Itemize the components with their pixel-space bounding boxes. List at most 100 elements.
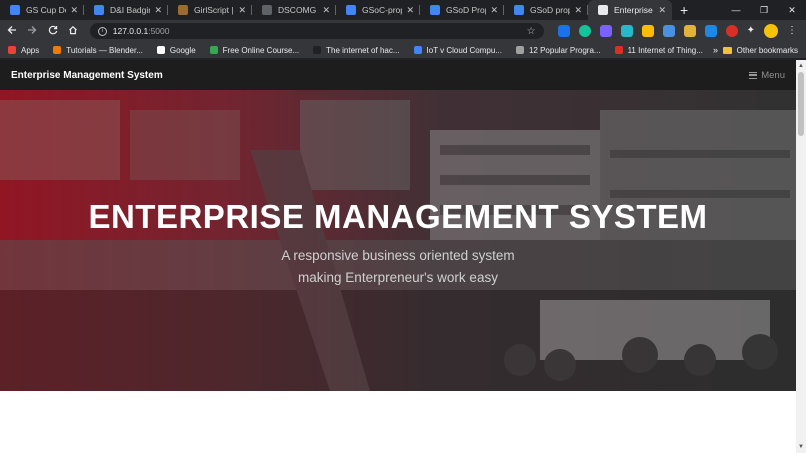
close-tab-icon[interactable]: ✕ (238, 5, 246, 16)
bookmark-label: Free Online Course... (222, 45, 300, 55)
browser-tab[interactable]: GSoD propos✕ (504, 0, 588, 20)
close-window-button[interactable]: ✕ (778, 0, 806, 20)
extensions-area: ✦ ⋮ (557, 24, 806, 38)
docs-icon (514, 5, 524, 15)
extension-icon[interactable] (620, 25, 633, 37)
tab-title: DSCOMG 202 (278, 5, 318, 15)
menu-toggle-button[interactable]: Menu (749, 70, 785, 81)
scroll-down-arrow-icon[interactable]: ▼ (798, 444, 804, 450)
tab-title: GSoD propos (530, 5, 571, 15)
arrow-left-icon (7, 25, 16, 34)
scroll-up-arrow-icon[interactable]: ▲ (798, 63, 804, 69)
bookmark-favicon-icon (413, 46, 422, 54)
close-tab-icon[interactable]: ✕ (490, 5, 498, 16)
hero-title: ENTERPRISE MANAGEMENT SYSTEM (88, 198, 708, 235)
tab-strip: GS Cup Docum✕D&I Badging✕GirlScript | Ho… (0, 0, 806, 20)
city-background-image (0, 100, 796, 391)
home-button[interactable] (64, 25, 81, 38)
bookmark-list: Apps Tutorials — Blender... Google Free Onl… (8, 46, 717, 55)
folder-icon (722, 46, 732, 54)
profile-avatar[interactable] (764, 24, 778, 38)
new-tab-button[interactable]: + (680, 2, 688, 18)
url-port: :5000 (148, 26, 170, 36)
browser-tab[interactable]: DSCOMG 202 ✕ (252, 0, 336, 20)
bookmark-label: The internet of hac... (326, 45, 400, 55)
docs-icon (10, 5, 20, 15)
bookmark-favicon-icon (515, 46, 524, 54)
browser-tab[interactable]: D&I Badging ✕ (84, 0, 168, 20)
girlscript-icon (178, 5, 188, 15)
hamburger-icon (749, 71, 758, 79)
site-brand[interactable]: Enterprise Management System (11, 70, 163, 81)
page-viewport: Enterprise Management System Menu ENTERP… (0, 60, 796, 453)
bookmark-item[interactable]: Apps (8, 46, 39, 55)
docs-icon (346, 5, 356, 15)
close-tab-icon[interactable]: ✕ (322, 5, 330, 16)
close-tab-icon[interactable]: ✕ (154, 5, 162, 16)
site-navbar: Enterprise Management System Menu (0, 60, 796, 90)
bookmark-item[interactable]: The internet of hac... (313, 45, 400, 55)
bookmark-item[interactable]: 12 Popular Progra... (515, 45, 601, 55)
bookmark-label: 11 Internet of Thing... (627, 45, 703, 55)
tab-title: GirlScript | Ho (194, 5, 234, 15)
bookmark-item[interactable]: Tutorials — Blender... (53, 46, 143, 55)
close-tab-icon[interactable]: ✕ (70, 5, 78, 16)
bookmark-favicon-icon (614, 46, 623, 54)
browser-tab[interactable]: GSoC-propos ✕ (336, 0, 420, 20)
address-bar[interactable]: i 127.0.0.1:5000 ☆ (89, 23, 544, 39)
minimize-button[interactable]: — (722, 0, 750, 20)
browser-tab[interactable]: GSoD Propos ✕ (420, 0, 504, 20)
scrollbar-thumb[interactable] (798, 72, 804, 136)
close-tab-icon[interactable]: ✕ (406, 5, 414, 16)
bookmark-label: 12 Popular Progra... (528, 45, 601, 55)
extension-icon[interactable] (599, 25, 612, 37)
tab-title: D&I Badging (110, 5, 150, 15)
close-tab-icon[interactable]: ✕ (658, 5, 666, 16)
tab-title: GS Cup Docum (26, 5, 66, 15)
menu-label: Menu (761, 69, 785, 81)
grammarly-extension-icon[interactable] (578, 25, 591, 37)
other-bookmarks-folder[interactable]: Other bookmarks (722, 45, 798, 55)
dash-icon (262, 5, 272, 15)
hero-subtitle-line-1: A responsive business oriented system (281, 248, 515, 263)
browser-tab[interactable]: GirlScript | Ho ✕ (168, 0, 252, 20)
browser-toolbar: i 127.0.0.1:5000 ☆ ✦ ⋮ (0, 20, 806, 42)
reload-button[interactable] (44, 25, 61, 38)
arrow-right-icon (28, 25, 37, 34)
browser-tab[interactable]: GS Cup Docum ✕ (0, 0, 84, 20)
hero-subtitle-line-2: making Enterpreneur's work easy (298, 270, 498, 285)
docs-icon (94, 5, 104, 15)
tab-title: Enterprise Ma (614, 5, 654, 15)
browser-tab[interactable]: Enterprise Ma ✕ (588, 0, 672, 20)
extension-icon[interactable] (641, 25, 654, 37)
bookmark-item[interactable]: 11 Internet of Thing... (614, 45, 703, 55)
translate-extension-icon[interactable] (557, 25, 570, 37)
bookmark-star-icon[interactable]: ☆ (527, 26, 536, 37)
other-bookmarks-label: Other bookmarks (736, 45, 798, 55)
extension-icon[interactable] (704, 25, 717, 37)
tab-list: GS Cup Docum✕D&I Badging✕GirlScript | Ho… (0, 0, 672, 20)
close-tab-icon[interactable]: ✕ (574, 5, 582, 16)
bookmark-label: Google (169, 45, 196, 55)
site-info-icon[interactable]: i (97, 26, 107, 36)
restore-button[interactable]: ❐ (750, 0, 778, 20)
extension-icon[interactable] (725, 25, 738, 37)
extension-icon[interactable] (683, 25, 696, 37)
reload-icon (48, 25, 57, 34)
bookmark-favicon-icon (209, 46, 218, 54)
bookmark-label: IoT v Cloud Compu... (426, 45, 502, 55)
back-button[interactable] (3, 25, 20, 38)
forward-button[interactable] (23, 25, 40, 38)
bookmarks-overflow-button[interactable]: » (713, 45, 718, 55)
extensions-puzzle-icon[interactable]: ✦ (747, 25, 755, 37)
bookmark-favicon-icon (313, 46, 322, 54)
bookmark-item[interactable]: Free Online Course... (209, 45, 300, 55)
bookmark-item[interactable]: Google (156, 45, 196, 55)
bookmark-item[interactable]: IoT v Cloud Compu... (413, 45, 502, 55)
page-scrollbar[interactable]: ▲ ▼ (796, 60, 806, 453)
url-host: 127.0.0.1 (112, 26, 149, 36)
bookmark-favicon-icon (156, 46, 165, 54)
browser-menu-icon[interactable]: ⋮ (787, 25, 797, 37)
tab-title: GSoC-propos (362, 5, 402, 15)
extension-icon[interactable] (662, 25, 675, 37)
